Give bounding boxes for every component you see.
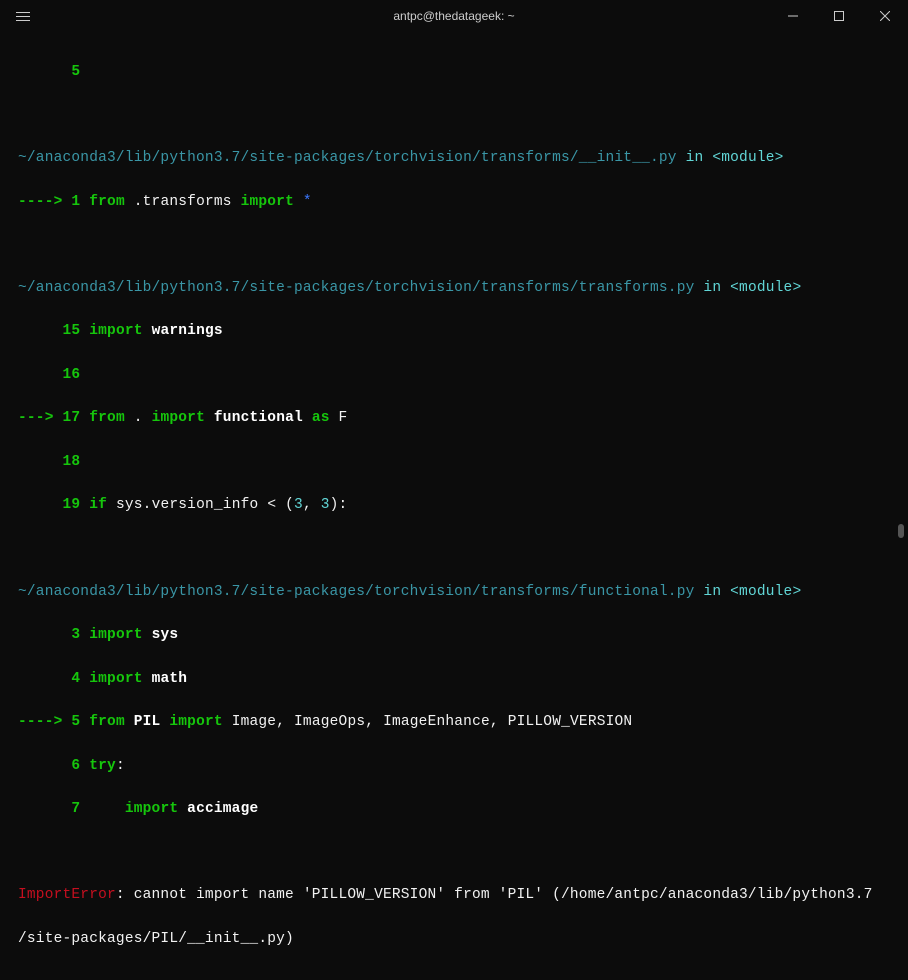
line-number: 15 (63, 323, 81, 339)
code-line: 6 try: (18, 756, 890, 778)
keyword-try: try (89, 758, 116, 774)
code-line: 4 import math (18, 669, 890, 691)
keyword-import: import (152, 410, 205, 426)
maximize-button[interactable] (816, 0, 862, 32)
module-label: <module> (730, 280, 801, 296)
error-line: ImportError: cannot import name 'PILLOW_… (18, 885, 890, 907)
terminal-output[interactable]: 5 ~/anaconda3/lib/python3.7/site-package… (0, 32, 908, 980)
error-message: /site-packages/PIL/__init__.py) (18, 931, 294, 947)
line-number: 4 (71, 671, 80, 687)
close-button[interactable] (862, 0, 908, 32)
code-line: ---> 17 from . import functional as F (18, 408, 890, 430)
blank-line (18, 539, 890, 560)
scrollbar-thumb[interactable] (898, 524, 904, 538)
blank-line (18, 235, 890, 256)
traceback-path: ~/anaconda3/lib/python3.7/site-packages/… (18, 148, 890, 170)
blank-line (18, 843, 890, 864)
code-line: 3 import sys (18, 625, 890, 647)
keyword-from: from (89, 410, 125, 426)
line-number: 17 (63, 410, 81, 426)
arrow-marker: ----> (18, 194, 63, 210)
traceback-path: ~/anaconda3/lib/python3.7/site-packages/… (18, 278, 890, 300)
line-number: 5 (71, 714, 80, 730)
line-number: 3 (71, 627, 80, 643)
error-message: : cannot import name 'PILLOW_VERSION' fr… (116, 887, 873, 903)
file-path: ~/anaconda3/lib/python3.7/site-packages/… (18, 150, 677, 166)
error-name: ImportError (18, 887, 116, 903)
titlebar: antpc@thedatageek: ~ (0, 0, 908, 32)
line-number: 6 (71, 758, 80, 774)
keyword-import: import (89, 671, 142, 687)
module-label: <module> (730, 584, 801, 600)
blank-line (18, 105, 890, 126)
code-line: 16 (18, 365, 890, 387)
file-path: ~/anaconda3/lib/python3.7/site-packages/… (18, 280, 695, 296)
code-line: 18 (18, 452, 890, 474)
line-number: 16 (63, 367, 81, 383)
traceback-path: ~/anaconda3/lib/python3.7/site-packages/… (18, 582, 890, 604)
code-line: 5 (18, 62, 890, 84)
arrow-marker: ----> (18, 714, 63, 730)
window-controls (770, 0, 908, 32)
in-keyword: in (703, 584, 721, 600)
code-line: ----> 1 from .transforms import * (18, 192, 890, 214)
file-path: ~/anaconda3/lib/python3.7/site-packages/… (18, 584, 695, 600)
keyword-if: if (89, 497, 107, 513)
line-number: 7 (71, 801, 80, 817)
line-number: 19 (63, 497, 81, 513)
keyword-import: import (169, 714, 222, 730)
window-title: antpc@thedatageek: ~ (393, 9, 514, 23)
arrow-marker: ---> (18, 410, 54, 426)
keyword-from: from (89, 194, 125, 210)
keyword-import: import (89, 627, 142, 643)
in-keyword: in (703, 280, 721, 296)
code-line: 7 import accimage (18, 799, 890, 821)
error-line: /site-packages/PIL/__init__.py) (18, 929, 890, 951)
in-keyword: in (686, 150, 704, 166)
keyword-import: import (89, 323, 142, 339)
minimize-button[interactable] (770, 0, 816, 32)
code-line: 19 if sys.version_info < (3, 3): (18, 495, 890, 517)
keyword-as: as (312, 410, 330, 426)
line-number: 5 (71, 64, 80, 80)
line-number: 18 (63, 454, 81, 470)
keyword-from: from (89, 714, 125, 730)
line-number: 1 (71, 194, 80, 210)
keyword-import: import (125, 801, 178, 817)
module-label: <module> (712, 150, 783, 166)
code-line: 15 import warnings (18, 321, 890, 343)
hamburger-menu-icon[interactable] (12, 8, 34, 25)
code-line: ----> 5 from PIL import Image, ImageOps,… (18, 712, 890, 734)
keyword-import: import (241, 194, 294, 210)
